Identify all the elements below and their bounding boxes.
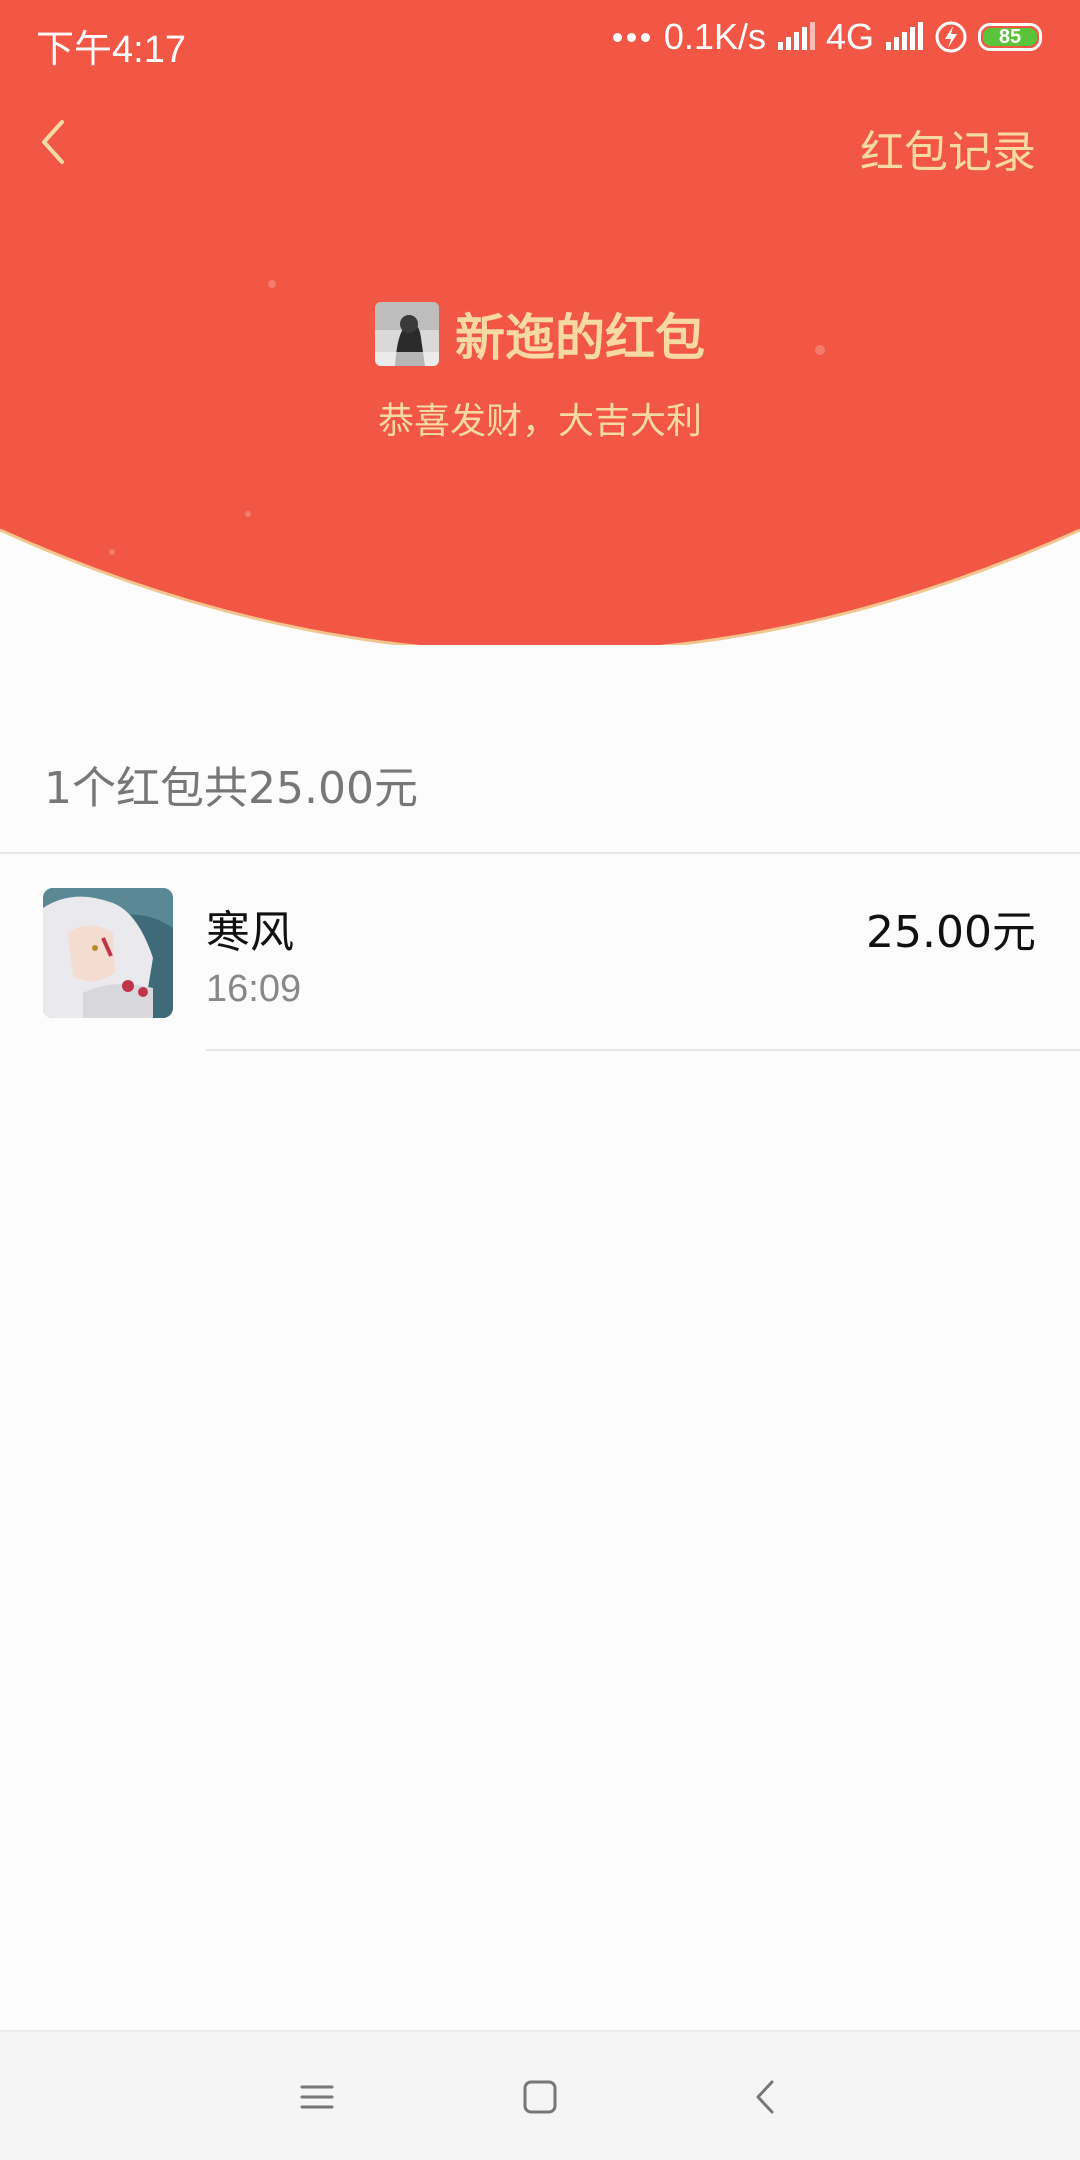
battery-icon: 85 (978, 23, 1042, 51)
blessing-text: 恭喜发财，大吉大利 (377, 401, 702, 442)
back-icon[interactable] (742, 2072, 792, 2122)
status-time: 下午4:17 (36, 29, 186, 71)
record-time: 16:09 (206, 968, 302, 1010)
battery-level: 85 (998, 25, 1022, 48)
status-bar: 下午4:17 0.1K/s 4G 85 (0, 0, 1080, 80)
charging-icon (935, 21, 967, 53)
sender-name: 新迤的红包 (455, 309, 705, 367)
avatar (43, 888, 173, 1018)
signal-icon (777, 22, 815, 50)
sender-row: 新迤的红包 (0, 298, 1080, 370)
network-speed: 0.1K/s (663, 16, 766, 57)
network-type: 4G (825, 16, 874, 57)
menu-icon[interactable] (292, 2072, 342, 2122)
back-button[interactable] (30, 112, 80, 172)
signal-icon (886, 22, 923, 50)
red-packet-detail-page: 下午4:17 0.1K/s 4G 85 红包记录 新迤的红包 恭喜发财，大吉大利… (0, 0, 1080, 2160)
divider (206, 1049, 1080, 1051)
record-name: 寒风 (206, 907, 294, 958)
sender-avatar (375, 302, 439, 366)
packet-summary: 1个红包共25.00元 (44, 763, 418, 814)
record-amount: 25.00元 (866, 907, 1036, 958)
system-nav-bar (0, 2030, 1080, 2160)
list-item[interactable]: 寒风 16:09 25.00元 (0, 860, 1080, 1050)
more-dots-icon (612, 32, 650, 42)
red-packet-record-link[interactable]: 红包记录 (860, 116, 1036, 180)
status-indicators: 0.1K/s 4G 85 (612, 16, 1042, 58)
divider (0, 852, 1080, 854)
home-icon[interactable] (515, 2072, 565, 2122)
